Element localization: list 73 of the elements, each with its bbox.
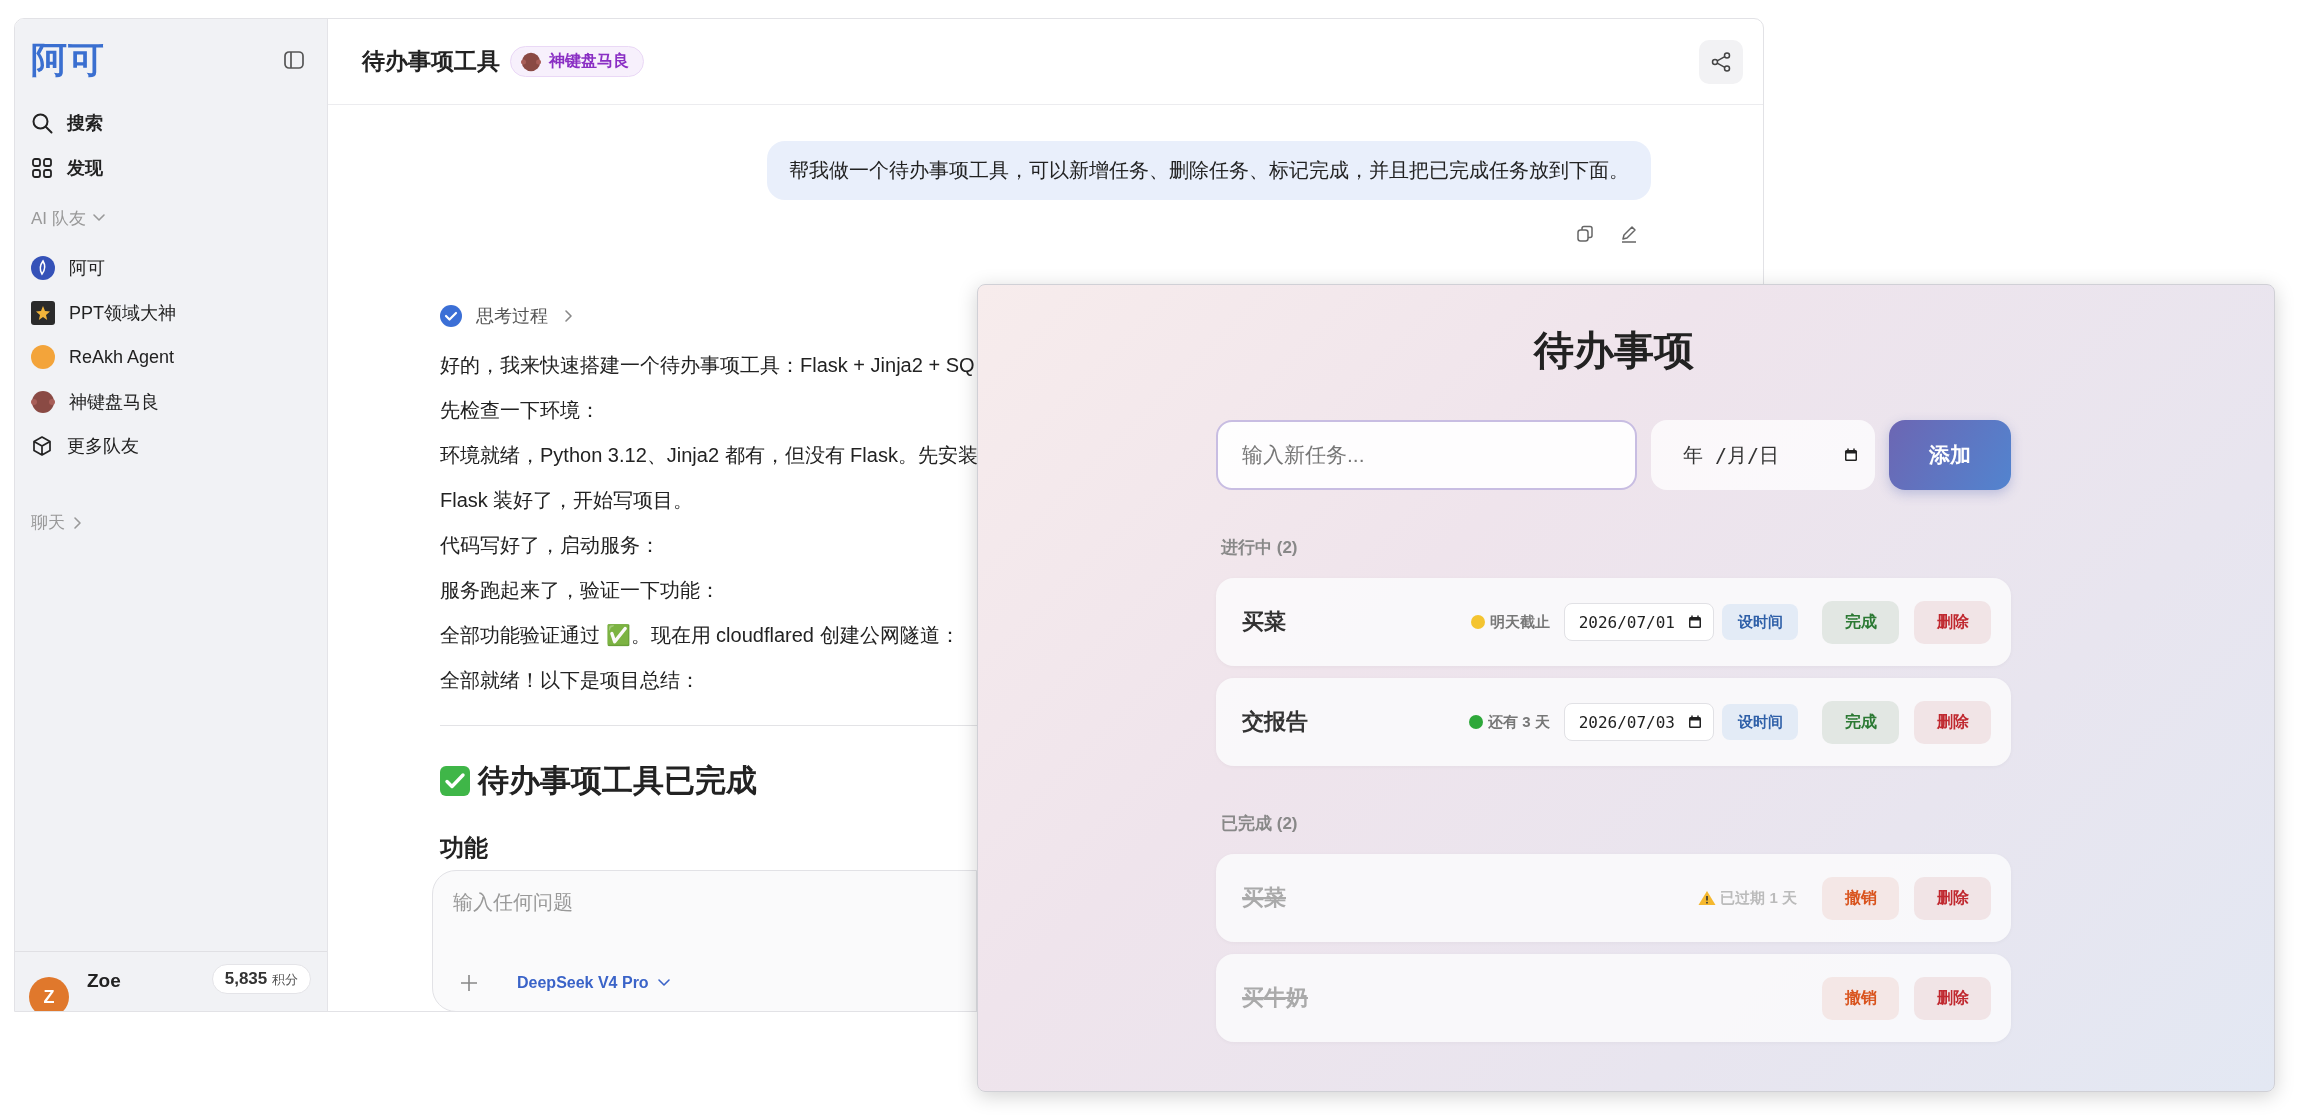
undo-button[interactable]: 撤销 [1822, 876, 1899, 920]
subheading: 功能 [440, 833, 489, 863]
delete-button[interactable]: 删除 [1914, 600, 1991, 644]
edit-icon [1619, 224, 1639, 244]
star-tile-icon [31, 300, 55, 325]
paragraph: 全部功能验证通过 ✅。现在用 cloudflared 创建公网隧道： [440, 623, 960, 648]
copy-icon [1575, 224, 1595, 244]
set-time-button[interactable]: 设时间 [1722, 704, 1798, 740]
user-message: 帮我做一个待办事项工具，可以新增任务、删除任务、标记完成，并且把已完成任务放到下面。 [767, 141, 1651, 200]
app-title: 待办事项 [1532, 327, 1695, 374]
delete-button[interactable]: 删除 [1914, 700, 1991, 744]
sidebar-toggle-icon [283, 49, 305, 71]
date-field[interactable]: 年 /月/日 [1651, 420, 1875, 490]
cube-icon [31, 435, 53, 458]
sidebar-item[interactable]: 发现 [27, 145, 315, 190]
paragraph: 全部就绪！以下是项目总结： [440, 668, 700, 693]
sidebar-item[interactable]: PPT领域大神 [27, 290, 315, 335]
delete-button[interactable]: 删除 [1914, 976, 1991, 1020]
calendar-icon [1843, 447, 1859, 463]
paragraph: 代码写好了，启动服务： [440, 533, 660, 558]
avatar-icon [31, 345, 55, 370]
sidebar-item[interactable]: 更多队友 [27, 424, 315, 469]
warning-icon [1698, 890, 1717, 906]
task-name: 交报告 [1242, 708, 1308, 736]
paragraph: 好的，我来快速搭建一个待办事项工具：Flask + Jinja2 + SQ [440, 353, 975, 378]
date-field[interactable]: 2026/07/03 [1563, 703, 1714, 741]
share-button[interactable] [1699, 39, 1743, 84]
logo: 阿可 [31, 37, 105, 82]
delete-button[interactable]: 删除 [1914, 876, 1991, 920]
due-label: 已过期 1 天 [1720, 888, 1797, 908]
plus-icon [459, 973, 479, 993]
sidebar-item[interactable]: 搜索 [27, 101, 315, 146]
search-icon [31, 112, 53, 135]
composer-placeholder: 输入任何问题 [453, 890, 574, 915]
task-input-field[interactable]: 输入新任务... [1216, 420, 1637, 490]
paragraph: 服务跑起来了，验证一下功能： [440, 578, 720, 603]
paragraph: Flask 装好了，开始写项目。 [440, 488, 694, 513]
avatar-icon [31, 256, 55, 281]
sidebar-item[interactable]: 阿可 [27, 246, 315, 291]
heading: 待办事项工具已完成 [478, 762, 757, 800]
complete-button[interactable]: 完成 [1822, 600, 1899, 644]
paragraph: 环境就绪，Python 3.12、Jinja2 都有，但没有 Flask。先安装 [440, 443, 978, 468]
agent-tag[interactable]: 神键盘马良 [510, 46, 644, 77]
checkmark-icon [440, 766, 470, 796]
task-name: 买菜 [1242, 884, 1286, 912]
thinking-toggle[interactable]: 思考过程 [440, 304, 576, 328]
section-title: 进行中 (2) [1221, 537, 1299, 559]
task-name: 买菜 [1242, 608, 1286, 636]
avatar-icon [521, 51, 541, 72]
points-badge: 5,835 积分 [211, 964, 311, 994]
sidebar-item[interactable]: ReAkh Agent [27, 335, 315, 380]
add-button[interactable]: 添加 [1889, 420, 2011, 490]
model-selector[interactable]: DeepSeek V4 Pro [517, 974, 671, 992]
check-circle-icon [440, 305, 462, 327]
sidebar-item[interactable]: 神键盘马良 [27, 379, 315, 424]
set-time-button[interactable]: 设时间 [1722, 604, 1798, 640]
paragraph: 先检查一下环境： [440, 398, 600, 423]
message-composer[interactable]: 输入任何问题 DeepSeek V4 Pro [432, 870, 977, 1011]
section-title: 已完成 (2) [1221, 813, 1299, 835]
task-name: 买牛奶 [1242, 984, 1308, 1012]
complete-button[interactable]: 完成 [1822, 700, 1899, 744]
user-name: Zoe [87, 969, 122, 992]
due-label: 明天截止 [1489, 612, 1550, 632]
avatar-icon [31, 389, 55, 414]
share-icon [1710, 50, 1732, 73]
calendar-icon [1687, 714, 1703, 730]
calendar-icon [1687, 614, 1703, 630]
due-label: 还有 3 天 [1488, 712, 1550, 732]
undo-button[interactable]: 撤销 [1822, 976, 1899, 1020]
date-field[interactable]: 2026/07/01 [1563, 603, 1714, 641]
user-avatar[interactable]: Z [29, 977, 69, 1011]
chat-title: 待办事项工具 [362, 47, 500, 76]
grid-icon [31, 156, 53, 179]
